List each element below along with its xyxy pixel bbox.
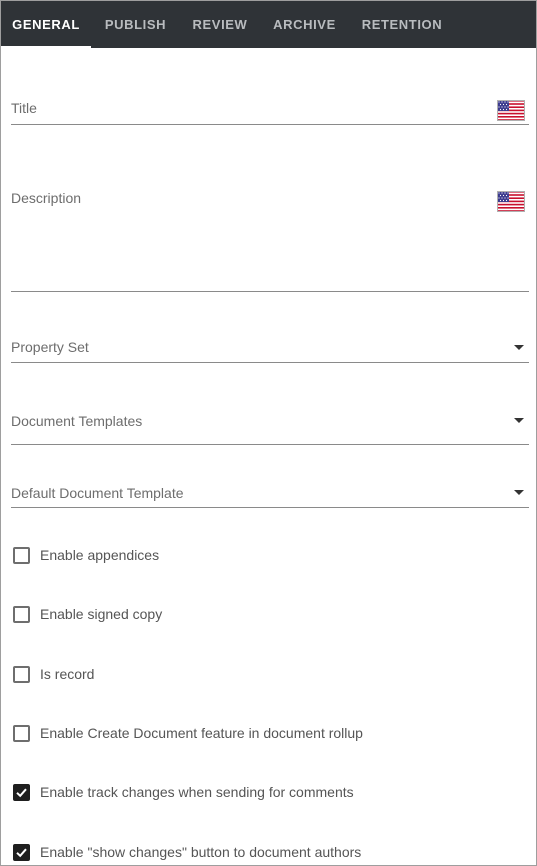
checkbox-box[interactable]	[13, 605, 30, 623]
checkbox-label: Is record	[40, 666, 95, 682]
tab-review[interactable]: REVIEW	[180, 1, 260, 48]
description-underline	[11, 291, 529, 292]
default-document-template-label: Default Document Template	[11, 485, 184, 501]
checkbox-is-record[interactable]: Is record	[13, 662, 94, 686]
tab-review-label: REVIEW	[192, 17, 248, 32]
checkbox-label: Enable "show changes" button to document…	[40, 844, 362, 860]
tab-general-label: GENERAL	[12, 17, 80, 32]
us-flag-icon[interactable]	[497, 191, 525, 212]
checkbox-label: Enable Create Document feature in docume…	[40, 725, 363, 741]
document-templates-select[interactable]: Document Templates	[11, 405, 529, 446]
chevron-down-icon[interactable]	[514, 418, 524, 423]
checkbox-label: Enable appendices	[40, 547, 160, 563]
title-label: Title	[11, 100, 37, 116]
tab-retention-label: RETENTION	[361, 17, 443, 32]
checkbox-box[interactable]	[13, 724, 30, 742]
chevron-down-icon[interactable]	[514, 345, 524, 350]
checkbox-box[interactable]	[13, 843, 30, 861]
tab-general[interactable]: GENERAL	[1, 1, 91, 48]
checkbox-enable-signed-copy[interactable]: Enable signed copy	[13, 602, 162, 626]
checkmark-icon	[16, 788, 27, 797]
checkbox-box[interactable]	[13, 783, 30, 801]
title-field[interactable]: Title	[11, 91, 529, 126]
tab-bar: GENERAL PUBLISH REVIEW ARCHIVE RETENTION	[1, 1, 536, 48]
checkbox-enable-track-changes[interactable]: Enable track changes when sending for co…	[13, 780, 354, 804]
property-set-label: Property Set	[11, 339, 89, 355]
tab-publish[interactable]: PUBLISH	[91, 1, 180, 48]
default-document-template-select[interactable]: Default Document Template	[11, 477, 529, 509]
checkbox-enable-show-changes-button[interactable]: Enable "show changes" button to document…	[13, 840, 361, 864]
checkbox-label: Enable track changes when sending for co…	[40, 784, 354, 800]
us-flag-icon[interactable]	[497, 100, 525, 121]
default-document-template-underline	[11, 507, 529, 508]
description-label: Description	[11, 190, 82, 206]
document-templates-label: Document Templates	[11, 413, 143, 429]
checkbox-box[interactable]	[13, 665, 30, 683]
checkbox-label: Enable signed copy	[40, 606, 163, 622]
checkbox-enable-appendices[interactable]: Enable appendices	[13, 543, 159, 567]
title-underline	[11, 124, 529, 125]
checkmark-icon	[16, 848, 27, 857]
checkbox-box[interactable]	[13, 546, 30, 564]
tab-publish-label: PUBLISH	[104, 17, 167, 32]
active-tab-indicator	[1, 46, 91, 48]
tab-retention[interactable]: RETENTION	[349, 1, 455, 48]
chevron-down-icon[interactable]	[514, 490, 524, 495]
property-set-underline	[11, 362, 529, 363]
checkbox-enable-create-document[interactable]: Enable Create Document feature in docume…	[13, 721, 363, 745]
tab-archive-label: ARCHIVE	[273, 17, 336, 32]
tab-archive[interactable]: ARCHIVE	[260, 1, 349, 48]
document-library-settings-panel: GENERAL PUBLISH REVIEW ARCHIVE RETENTION…	[0, 0, 537, 866]
document-templates-underline	[11, 444, 529, 445]
description-field[interactable]: Description	[11, 181, 529, 293]
property-set-select[interactable]: Property Set	[11, 331, 529, 364]
